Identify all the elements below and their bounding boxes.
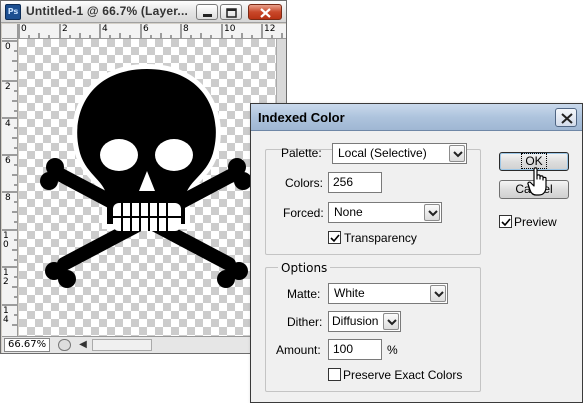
preview-checkbox[interactable] — [499, 215, 512, 228]
minimize-button[interactable] — [196, 4, 218, 20]
document-title: Untitled-1 @ 66.7% (Layer... — [26, 4, 189, 18]
dither-select[interactable]: Diffusion — [328, 311, 401, 332]
ruler-origin[interactable] — [2, 24, 18, 39]
transparency-label: Transparency — [344, 231, 417, 245]
zoom-level-field[interactable]: 66.67% — [4, 338, 50, 352]
minimize-icon — [203, 14, 212, 17]
amount-unit: % — [387, 343, 398, 357]
maximize-button[interactable] — [220, 4, 242, 20]
preview-label: Preview — [514, 215, 557, 229]
photoshop-app-icon: Ps — [5, 4, 21, 20]
dropdown-arrow — [383, 313, 399, 330]
transparency-checkbox[interactable] — [328, 231, 341, 244]
forced-select-value: None — [334, 205, 363, 219]
ruler-label: 0 — [21, 24, 27, 34]
chevron-down-icon — [434, 291, 444, 298]
ruler-label: 6 — [5, 156, 11, 166]
ruler-label: 12 — [3, 268, 9, 287]
chevron-down-icon — [453, 151, 463, 158]
skull-crossbones-artwork — [40, 63, 252, 288]
vertical-ruler[interactable]: 0 2 4 6 8 10 12 14 — [2, 39, 18, 336]
palette-select-value: Local (Selective) — [338, 146, 427, 160]
scroll-left-icon[interactable]: ◀ — [76, 338, 90, 352]
ruler-label: 0 — [5, 42, 11, 52]
hand-cursor-icon — [527, 167, 547, 196]
dither-select-value: Diffusion — [332, 314, 379, 328]
matte-select-value: White — [334, 286, 365, 300]
matte-select[interactable]: White — [328, 283, 448, 304]
forced-label: Forced: — [283, 206, 324, 220]
ruler-label: 14 — [3, 306, 9, 325]
document-canvas[interactable] — [19, 39, 276, 336]
matte-label: Matte: — [287, 287, 321, 301]
ruler-label: 10 — [224, 24, 236, 34]
dialog-title: Indexed Color — [258, 110, 345, 125]
document-window: Ps Untitled-1 @ 66.7% (Layer... 0 2 4 6 … — [0, 0, 287, 354]
document-title-bar[interactable]: Ps Untitled-1 @ 66.7% (Layer... — [1, 1, 286, 23]
options-legend: Options — [278, 261, 331, 275]
dropdown-arrow — [430, 285, 446, 302]
horizontal-scrollbar[interactable] — [92, 339, 152, 351]
chevron-down-icon — [387, 319, 397, 326]
chevron-down-icon — [428, 210, 438, 217]
palette-label: Palette: — [281, 146, 322, 160]
forced-select[interactable]: None — [328, 202, 442, 223]
ruler-label: 10 — [3, 231, 9, 250]
status-bar: 66.67% ◀ — [2, 336, 286, 353]
palette-select[interactable]: Local (Selective) — [332, 143, 467, 164]
ruler-label: 2 — [62, 24, 68, 34]
indexed-color-dialog: Indexed Color Palette: Local (Selective)… — [250, 103, 583, 403]
amount-field[interactable]: 100 — [328, 339, 382, 360]
close-icon — [260, 8, 271, 18]
dialog-close-button[interactable] — [555, 108, 577, 127]
ruler-label: 8 — [5, 193, 11, 203]
close-window-button[interactable] — [248, 4, 282, 20]
amount-label: Amount: — [276, 343, 321, 357]
horizontal-ruler-ticks — [18, 24, 283, 38]
horizontal-ruler[interactable]: 0 2 4 6 8 10 12 — [18, 24, 286, 39]
document-info-icon[interactable] — [58, 339, 71, 351]
colors-label: Colors: — [285, 176, 324, 190]
colors-field[interactable]: 256 — [328, 172, 382, 193]
dropdown-arrow — [449, 145, 465, 162]
ruler-label: 8 — [183, 24, 189, 34]
maximize-icon — [226, 8, 237, 18]
ruler-label: 4 — [102, 24, 108, 34]
ruler-label: 4 — [5, 119, 11, 129]
preserve-exact-colors-checkbox[interactable] — [328, 368, 341, 381]
dropdown-arrow — [424, 204, 440, 221]
ruler-label: 6 — [143, 24, 149, 34]
dialog-title-bar[interactable]: Indexed Color — [251, 104, 582, 131]
close-icon — [561, 113, 573, 124]
dither-label: Dither: — [287, 315, 323, 329]
ruler-label: 2 — [5, 82, 11, 92]
checkmark-icon — [330, 234, 340, 243]
checkmark-icon — [501, 218, 511, 227]
preserve-exact-colors-label: Preserve Exact Colors — [343, 368, 463, 382]
ruler-label: 12 — [264, 24, 276, 34]
